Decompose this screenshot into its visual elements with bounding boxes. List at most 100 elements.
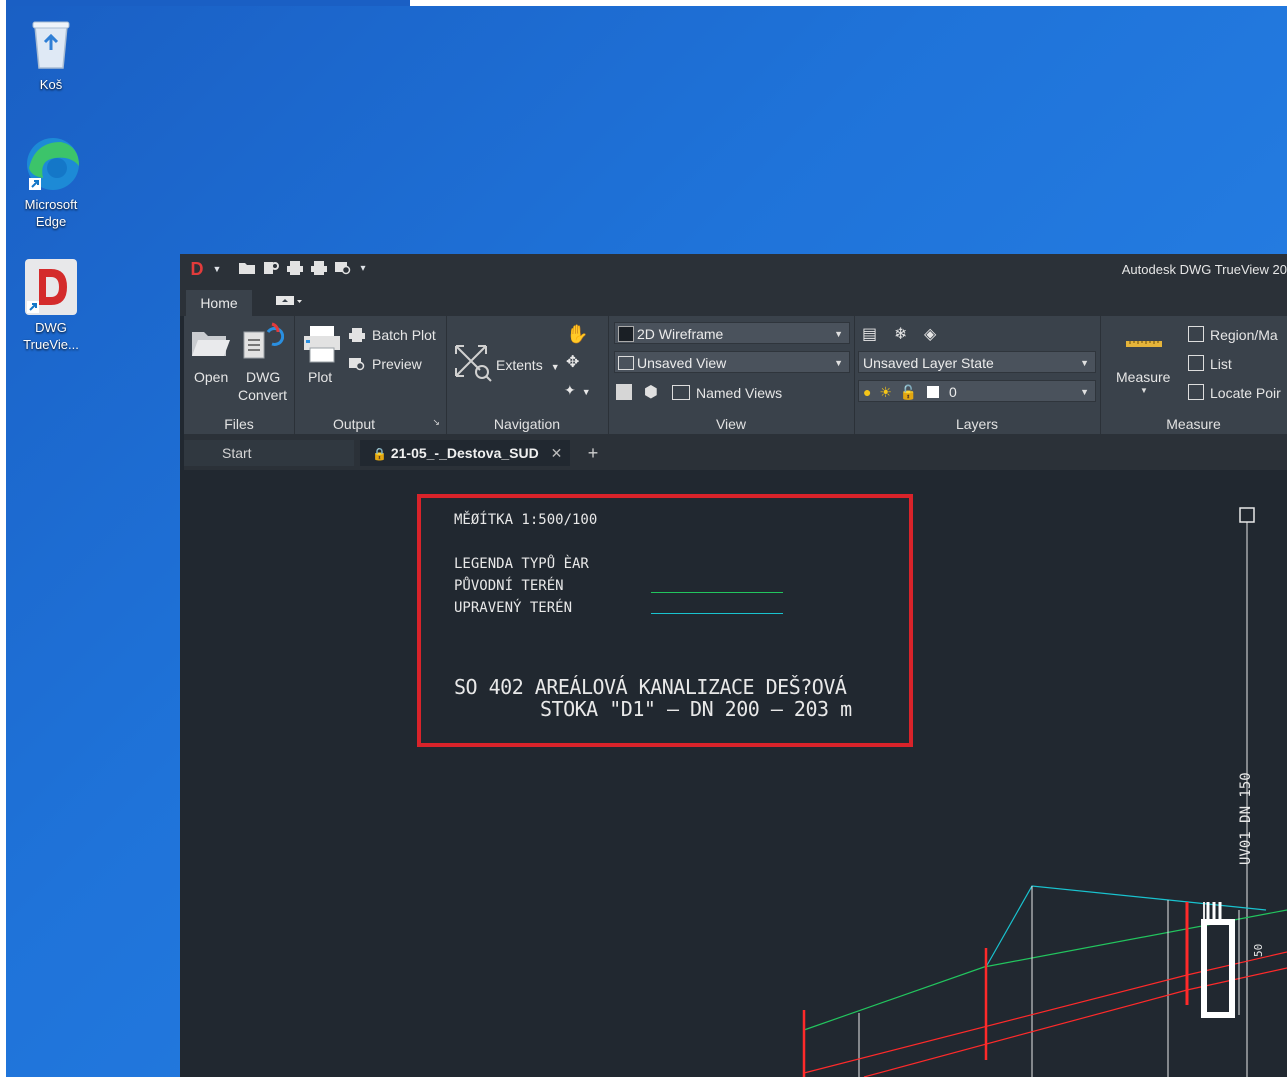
dropdown-arrow-icon: ▼ bbox=[1080, 358, 1089, 368]
dropdown-arrow-icon: ▼ bbox=[834, 358, 843, 368]
saved-view-dropdown[interactable]: Unsaved View ▼ bbox=[614, 351, 850, 373]
manhole-marker bbox=[1239, 507, 1255, 523]
tab-start[interactable]: Start bbox=[184, 440, 354, 466]
profile-drawing bbox=[802, 507, 1287, 1077]
desktop-icon-edge[interactable]: Microsoft Edge bbox=[11, 134, 91, 230]
extents-icon[interactable] bbox=[452, 342, 492, 387]
layer-color-swatch bbox=[927, 386, 940, 398]
dwg-trueview-icon bbox=[21, 257, 81, 317]
dwg-convert-icon[interactable] bbox=[240, 322, 285, 367]
named-views-icon bbox=[672, 385, 690, 400]
current-layer-value: 0 bbox=[949, 384, 957, 400]
list-button[interactable]: List bbox=[1188, 355, 1232, 373]
open-folder-icon[interactable] bbox=[238, 260, 256, 278]
extents-label: Extents bbox=[496, 357, 543, 373]
dropdown-arrow-icon: ▼ bbox=[834, 329, 843, 339]
ribbon: Open DWG Convert Files Plot Batch Plot P… bbox=[184, 316, 1287, 434]
orbit-icon[interactable]: ✥ bbox=[566, 352, 579, 372]
recycle-bin-icon bbox=[21, 14, 81, 74]
plot-icon[interactable] bbox=[302, 324, 342, 369]
measure-ruler-icon[interactable] bbox=[1126, 336, 1162, 354]
batch-plot-icon[interactable] bbox=[310, 260, 328, 278]
dialog-launcher-icon[interactable]: ↘ bbox=[432, 417, 440, 428]
locate-point-icon bbox=[1188, 384, 1204, 400]
application-menu-icon[interactable]: D bbox=[188, 260, 206, 278]
list-icon bbox=[1188, 355, 1204, 371]
desktop-icon-recycle-bin[interactable]: Koš bbox=[11, 14, 91, 93]
current-layer-dropdown[interactable]: ● ☀ 🔓 0 ▼ bbox=[858, 380, 1096, 402]
pipe-red-line bbox=[863, 967, 1287, 1077]
customize-toolbar-icon[interactable]: ▾ bbox=[358, 260, 368, 278]
ribbon-tab-bar: Home bbox=[180, 286, 1287, 316]
3d-box-icon[interactable]: ⬢ bbox=[644, 382, 658, 402]
tab-active-drawing-label: 21-05_-_Destova_SUD bbox=[390, 445, 539, 461]
panel-title-view: View bbox=[715, 416, 747, 432]
document-tab-bar: Start 🔒 21-05_-_Destova_SUD ✕ + bbox=[184, 434, 1287, 470]
edge-icon bbox=[21, 134, 81, 194]
panel-title-output: Output bbox=[278, 416, 430, 432]
preview-icon bbox=[349, 358, 365, 371]
batch-plot-label: Batch Plot bbox=[372, 327, 436, 343]
ribbon-minimize-icon[interactable] bbox=[276, 294, 304, 310]
batch-plot-icon bbox=[349, 328, 365, 342]
measure-button[interactable]: Measure bbox=[1116, 368, 1170, 386]
preview-label: Preview bbox=[372, 356, 422, 372]
panel-title-layers: Layers bbox=[955, 416, 999, 432]
panel-title-measure: Measure bbox=[1166, 416, 1221, 432]
plot-icon[interactable] bbox=[286, 260, 304, 278]
panel-layers: ▤ ❄ ◈ Unsaved Layer State ▼ ● ☀ 🔓 0 ▼ La… bbox=[854, 316, 1101, 434]
new-tab-icon[interactable]: + bbox=[580, 442, 606, 464]
tab-active-drawing[interactable]: 🔒 21-05_-_Destova_SUD ✕ bbox=[360, 440, 570, 466]
tab-home[interactable]: Home bbox=[186, 290, 252, 316]
named-views-button[interactable]: Named Views bbox=[672, 384, 782, 402]
showmotion-icon[interactable]: ✦ ▼ bbox=[564, 382, 591, 399]
dwg-trueview-window: D ▼ ▾ Autodesk DWG TrueView 20 Home Open… bbox=[180, 254, 1287, 1077]
region-icon bbox=[1188, 326, 1204, 342]
layer-isolate-icon[interactable]: ◈ bbox=[924, 324, 936, 344]
close-tab-icon[interactable]: ✕ bbox=[551, 445, 563, 461]
layer-state-dropdown[interactable]: Unsaved Layer State ▼ bbox=[858, 351, 1096, 373]
saved-view-value: Unsaved View bbox=[637, 355, 727, 371]
plot-button[interactable]: Plot bbox=[308, 368, 332, 386]
open-icon[interactable] bbox=[190, 326, 230, 365]
view-cube-icon[interactable] bbox=[616, 384, 632, 400]
dimension-label: 50 bbox=[1252, 943, 1265, 957]
measure-dropdown-icon[interactable]: ▼ bbox=[1140, 386, 1148, 395]
convert-icon[interactable] bbox=[262, 260, 280, 278]
quick-access-toolbar: D ▼ ▾ bbox=[188, 260, 368, 278]
panel-view: 2D Wireframe ▼ Unsaved View ▼ ⬢ Named Vi… bbox=[608, 316, 855, 434]
desktop-icon-label: Microsoft Edge bbox=[24, 197, 78, 229]
dwg-convert-button-line2[interactable]: Convert bbox=[238, 386, 287, 404]
desktop-icon-label: DWG TrueVie... bbox=[23, 320, 79, 352]
dwg-convert-button-line1[interactable]: DWG bbox=[246, 368, 280, 386]
layer-freeze-icon[interactable]: ❄ bbox=[894, 324, 907, 344]
panel-title-navigation: Navigation bbox=[493, 416, 561, 432]
modified-terrain-line bbox=[985, 885, 1267, 968]
pan-icon[interactable]: ✋ bbox=[566, 324, 588, 345]
manhole-body bbox=[1201, 919, 1235, 1018]
layer-sun-icon: ☀ bbox=[879, 384, 892, 400]
title-bar: D ▼ ▾ Autodesk DWG TrueView 20 bbox=[180, 254, 1287, 286]
preview-button[interactable]: Preview bbox=[348, 355, 422, 373]
desktop-icon-label: Koš bbox=[39, 77, 63, 92]
panel-title-output-text: Output bbox=[332, 416, 376, 432]
named-views-label: Named Views bbox=[696, 385, 783, 401]
panel-measure: Measure ▼ Region/Ma List Locate Poir Mea… bbox=[1100, 316, 1287, 434]
layer-lock-icon: 🔓 bbox=[899, 384, 918, 400]
batch-plot-button[interactable]: Batch Plot bbox=[348, 326, 436, 344]
visual-style-dropdown[interactable]: 2D Wireframe ▼ bbox=[614, 322, 850, 344]
station-vertical-label: UV01 DN 150 bbox=[1238, 772, 1254, 865]
layer-properties-icon[interactable]: ▤ bbox=[862, 324, 877, 344]
open-button[interactable]: Open bbox=[194, 368, 228, 386]
left-white-border bbox=[0, 0, 6, 1077]
preview-icon[interactable] bbox=[334, 260, 352, 278]
locate-point-button[interactable]: Locate Poir bbox=[1188, 384, 1281, 402]
top-strip-desktop bbox=[0, 0, 410, 6]
visual-style-icon bbox=[618, 326, 634, 342]
drawing-canvas[interactable]: MĚØÍTKA 1:500/100 LEGENDA TYPŮ ÈAR PŮVOD… bbox=[184, 470, 1287, 1077]
app-title: Autodesk DWG TrueView 20 bbox=[1121, 262, 1287, 277]
desktop-icon-dwg-trueview[interactable]: DWG TrueVie... bbox=[11, 257, 91, 353]
extents-button[interactable]: Extents ▼ bbox=[496, 356, 560, 376]
dropdown-arrow-icon[interactable]: ▼ bbox=[212, 260, 222, 278]
region-mass-button[interactable]: Region/Ma bbox=[1188, 326, 1278, 344]
